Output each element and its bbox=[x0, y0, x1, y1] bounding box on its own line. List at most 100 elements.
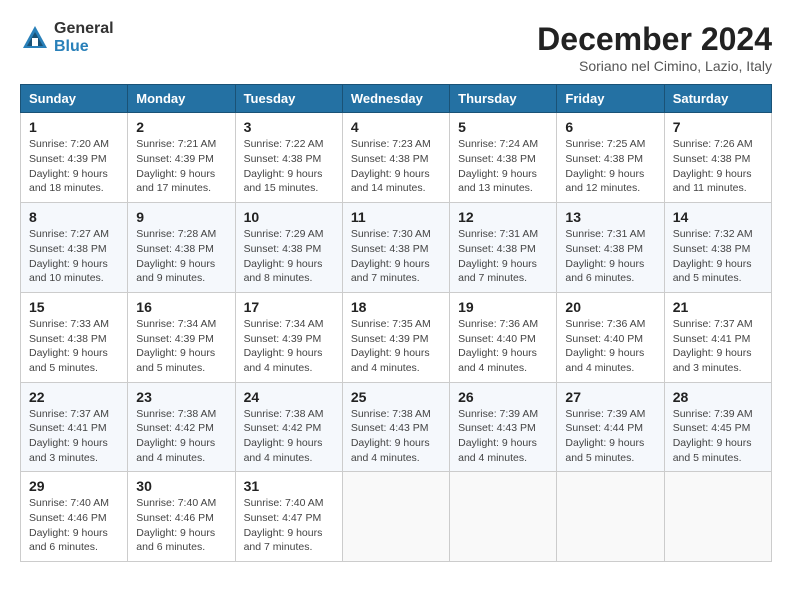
week-row-1: 1Sunrise: 7:20 AMSunset: 4:39 PMDaylight… bbox=[21, 113, 772, 203]
week-row-2: 8 Sunrise: 7:27 AMSunset: 4:38 PMDaylight… bbox=[21, 203, 772, 293]
day-number: 3 bbox=[244, 119, 334, 135]
day-info: Sunrise: 7:28 AMSunset: 4:38 PMDaylight:… bbox=[136, 227, 226, 286]
day-number: 20 bbox=[565, 299, 655, 315]
day-number: 23 bbox=[136, 389, 226, 405]
day-info: Sunrise: 7:32 AMSunset: 4:38 PMDaylight:… bbox=[673, 227, 763, 286]
day-number: 9 bbox=[136, 209, 226, 225]
day-cell: 18Sunrise: 7:35 AMSunset: 4:39 PMDayligh… bbox=[342, 292, 449, 382]
day-cell bbox=[557, 472, 664, 562]
day-info: Sunrise: 7:21 AMSunset: 4:39 PMDaylight:… bbox=[136, 137, 226, 196]
day-number: 29 bbox=[29, 478, 119, 494]
day-cell: 20 Sunrise: 7:36 AMSunset: 4:40 PMDayligh… bbox=[557, 292, 664, 382]
day-info: Sunrise: 7:39 AMSunset: 4:43 PMDaylight:… bbox=[458, 407, 548, 466]
day-number: 4 bbox=[351, 119, 441, 135]
day-cell: 26 Sunrise: 7:39 AMSunset: 4:43 PMDayligh… bbox=[450, 382, 557, 472]
day-cell: 11 Sunrise: 7:30 AMSunset: 4:38 PMDayligh… bbox=[342, 203, 449, 293]
day-info: Sunrise: 7:25 AMSunset: 4:38 PMDaylight:… bbox=[565, 137, 655, 196]
header-row: SundayMondayTuesdayWednesdayThursdayFrid… bbox=[21, 85, 772, 113]
day-cell: 5 Sunrise: 7:24 AMSunset: 4:38 PMDaylight… bbox=[450, 113, 557, 203]
day-number: 2 bbox=[136, 119, 226, 135]
day-info: Sunrise: 7:31 AMSunset: 4:38 PMDaylight:… bbox=[458, 227, 548, 286]
header-cell-thursday: Thursday bbox=[450, 85, 557, 113]
header-cell-sunday: Sunday bbox=[21, 85, 128, 113]
day-info: Sunrise: 7:37 AMSunset: 4:41 PMDaylight:… bbox=[673, 317, 763, 376]
calendar-table: SundayMondayTuesdayWednesdayThursdayFrid… bbox=[20, 84, 772, 562]
day-number: 24 bbox=[244, 389, 334, 405]
day-number: 7 bbox=[673, 119, 763, 135]
day-number: 8 bbox=[29, 209, 119, 225]
day-info: Sunrise: 7:33 AMSunset: 4:38 PMDaylight:… bbox=[29, 317, 119, 376]
day-info: Sunrise: 7:31 AMSunset: 4:38 PMDaylight:… bbox=[565, 227, 655, 286]
day-info: Sunrise: 7:34 AMSunset: 4:39 PMDaylight:… bbox=[136, 317, 226, 376]
day-number: 11 bbox=[351, 209, 441, 225]
day-info: Sunrise: 7:24 AMSunset: 4:38 PMDaylight:… bbox=[458, 137, 548, 196]
day-cell: 13 Sunrise: 7:31 AMSunset: 4:38 PMDayligh… bbox=[557, 203, 664, 293]
day-info: Sunrise: 7:38 AMSunset: 4:42 PMDaylight:… bbox=[136, 407, 226, 466]
day-number: 14 bbox=[673, 209, 763, 225]
header-cell-monday: Monday bbox=[128, 85, 235, 113]
day-info: Sunrise: 7:36 AMSunset: 4:40 PMDaylight:… bbox=[565, 317, 655, 376]
day-cell: 15 Sunrise: 7:33 AMSunset: 4:38 PMDayligh… bbox=[21, 292, 128, 382]
logo-text: General Blue bbox=[54, 20, 114, 55]
calendar-header: SundayMondayTuesdayWednesdayThursdayFrid… bbox=[21, 85, 772, 113]
day-number: 16 bbox=[136, 299, 226, 315]
logo-general-text: General bbox=[54, 20, 114, 38]
day-cell: 30 Sunrise: 7:40 AMSunset: 4:46 PMDayligh… bbox=[128, 472, 235, 562]
logo: General Blue bbox=[20, 20, 114, 55]
day-number: 27 bbox=[565, 389, 655, 405]
day-info: Sunrise: 7:35 AMSunset: 4:39 PMDaylight:… bbox=[351, 317, 441, 376]
day-cell: 22Sunrise: 7:37 AMSunset: 4:41 PMDayligh… bbox=[21, 382, 128, 472]
day-number: 1 bbox=[29, 119, 119, 135]
day-info: Sunrise: 7:27 AMSunset: 4:38 PMDaylight:… bbox=[29, 227, 119, 286]
day-number: 13 bbox=[565, 209, 655, 225]
day-cell: 9 Sunrise: 7:28 AMSunset: 4:38 PMDaylight… bbox=[128, 203, 235, 293]
day-info: Sunrise: 7:40 AMSunset: 4:47 PMDaylight:… bbox=[244, 496, 334, 555]
day-number: 15 bbox=[29, 299, 119, 315]
week-row-5: 29 Sunrise: 7:40 AMSunset: 4:46 PMDayligh… bbox=[21, 472, 772, 562]
title-area: December 2024 Soriano nel Cimino, Lazio,… bbox=[537, 20, 772, 74]
day-number: 5 bbox=[458, 119, 548, 135]
header-cell-wednesday: Wednesday bbox=[342, 85, 449, 113]
day-number: 17 bbox=[244, 299, 334, 315]
header-cell-tuesday: Tuesday bbox=[235, 85, 342, 113]
day-info: Sunrise: 7:23 AMSunset: 4:38 PMDaylight:… bbox=[351, 137, 441, 196]
day-cell bbox=[342, 472, 449, 562]
header: General Blue December 2024 Soriano nel C… bbox=[20, 20, 772, 74]
day-number: 25 bbox=[351, 389, 441, 405]
day-number: 28 bbox=[673, 389, 763, 405]
day-cell: 7 Sunrise: 7:26 AMSunset: 4:38 PMDaylight… bbox=[664, 113, 771, 203]
day-cell: 14 Sunrise: 7:32 AMSunset: 4:38 PMDayligh… bbox=[664, 203, 771, 293]
day-cell: 16 Sunrise: 7:34 AMSunset: 4:39 PMDayligh… bbox=[128, 292, 235, 382]
day-number: 19 bbox=[458, 299, 548, 315]
day-cell: 2 Sunrise: 7:21 AMSunset: 4:39 PMDaylight… bbox=[128, 113, 235, 203]
day-cell: 27Sunrise: 7:39 AMSunset: 4:44 PMDayligh… bbox=[557, 382, 664, 472]
day-number: 30 bbox=[136, 478, 226, 494]
logo-blue-text: Blue bbox=[54, 38, 114, 56]
day-number: 31 bbox=[244, 478, 334, 494]
logo-icon bbox=[20, 23, 50, 53]
day-number: 22 bbox=[29, 389, 119, 405]
day-number: 10 bbox=[244, 209, 334, 225]
day-number: 26 bbox=[458, 389, 548, 405]
day-cell: 31 Sunrise: 7:40 AMSunset: 4:47 PMDayligh… bbox=[235, 472, 342, 562]
header-cell-friday: Friday bbox=[557, 85, 664, 113]
day-info: Sunrise: 7:40 AMSunset: 4:46 PMDaylight:… bbox=[29, 496, 119, 555]
header-cell-saturday: Saturday bbox=[664, 85, 771, 113]
day-cell: 29 Sunrise: 7:40 AMSunset: 4:46 PMDayligh… bbox=[21, 472, 128, 562]
week-row-3: 15 Sunrise: 7:33 AMSunset: 4:38 PMDayligh… bbox=[21, 292, 772, 382]
day-cell: 4 Sunrise: 7:23 AMSunset: 4:38 PMDaylight… bbox=[342, 113, 449, 203]
day-info: Sunrise: 7:38 AMSunset: 4:43 PMDaylight:… bbox=[351, 407, 441, 466]
day-info: Sunrise: 7:40 AMSunset: 4:46 PMDaylight:… bbox=[136, 496, 226, 555]
day-cell: 25 Sunrise: 7:38 AMSunset: 4:43 PMDayligh… bbox=[342, 382, 449, 472]
day-info: Sunrise: 7:26 AMSunset: 4:38 PMDaylight:… bbox=[673, 137, 763, 196]
day-cell bbox=[664, 472, 771, 562]
location-subtitle: Soriano nel Cimino, Lazio, Italy bbox=[537, 58, 772, 74]
day-info: Sunrise: 7:36 AMSunset: 4:40 PMDaylight:… bbox=[458, 317, 548, 376]
day-cell: 19 Sunrise: 7:36 AMSunset: 4:40 PMDayligh… bbox=[450, 292, 557, 382]
day-info: Sunrise: 7:29 AMSunset: 4:38 PMDaylight:… bbox=[244, 227, 334, 286]
day-cell: 24Sunrise: 7:38 AMSunset: 4:42 PMDayligh… bbox=[235, 382, 342, 472]
day-cell: 8 Sunrise: 7:27 AMSunset: 4:38 PMDaylight… bbox=[21, 203, 128, 293]
day-info: Sunrise: 7:30 AMSunset: 4:38 PMDaylight:… bbox=[351, 227, 441, 286]
day-number: 21 bbox=[673, 299, 763, 315]
day-cell: 1Sunrise: 7:20 AMSunset: 4:39 PMDaylight… bbox=[21, 113, 128, 203]
